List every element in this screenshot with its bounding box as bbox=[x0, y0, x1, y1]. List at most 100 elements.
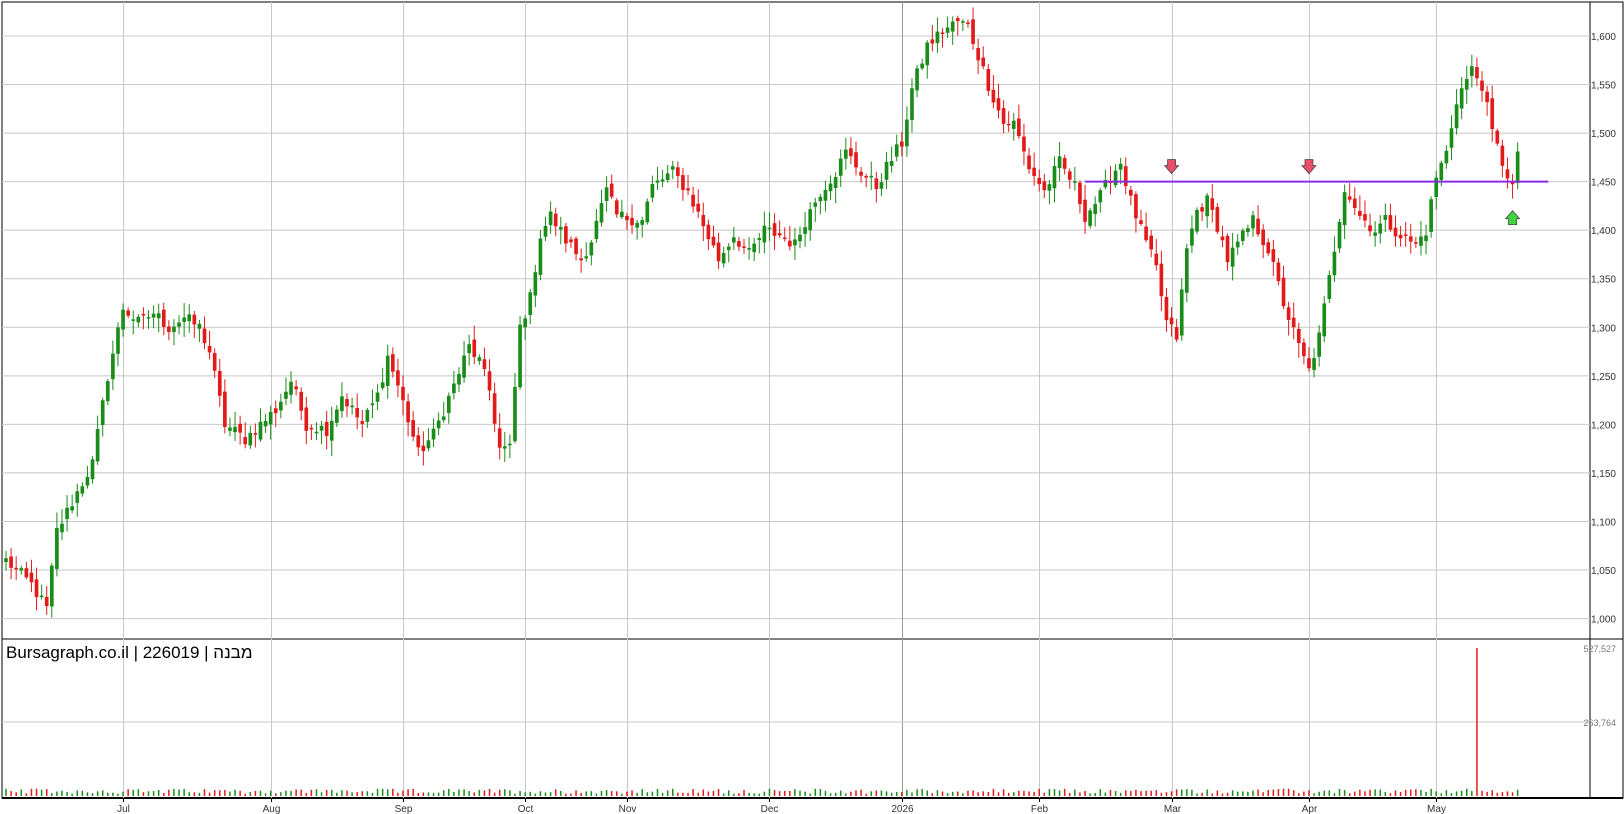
candle-body bbox=[70, 506, 74, 511]
candle-body bbox=[75, 491, 80, 503]
candle-body bbox=[441, 416, 446, 421]
candle-body bbox=[401, 386, 405, 401]
candle-body bbox=[1266, 242, 1271, 254]
candle-body bbox=[1332, 251, 1337, 276]
candle-body bbox=[172, 326, 176, 333]
volume-bar bbox=[702, 789, 705, 796]
volume-bar bbox=[1013, 792, 1015, 796]
volume-bar bbox=[51, 793, 53, 796]
volume-bar bbox=[549, 792, 552, 796]
x-tick-label: Dec bbox=[761, 804, 779, 814]
candle-body bbox=[640, 220, 645, 225]
volume-bar bbox=[1191, 789, 1193, 796]
volume-bar bbox=[1094, 793, 1096, 796]
candle-body bbox=[508, 443, 512, 446]
volume-bar bbox=[1180, 789, 1183, 796]
candle-body bbox=[767, 227, 772, 230]
candle-body bbox=[1174, 327, 1179, 340]
candle-body bbox=[594, 220, 599, 239]
candle-body bbox=[599, 203, 604, 223]
volume-bar bbox=[834, 792, 837, 796]
candle-body bbox=[289, 381, 293, 395]
volume-bar bbox=[901, 792, 903, 796]
candle-body bbox=[1429, 199, 1433, 232]
volume-bar bbox=[544, 792, 547, 796]
stock-chart: 1,000 1,050 1,100 1,150 1,200 1,250 1,300 1,350… bbox=[0, 0, 1624, 814]
volume-bar bbox=[407, 789, 409, 796]
candle-body bbox=[772, 223, 777, 236]
candle-body bbox=[1358, 210, 1362, 216]
volume-bar bbox=[1145, 790, 1147, 796]
candle-body bbox=[823, 189, 828, 201]
candle-body bbox=[258, 421, 263, 440]
volume-bar bbox=[168, 789, 170, 796]
volume-bar bbox=[580, 792, 582, 796]
y-tick-label: 1,450 bbox=[1591, 178, 1616, 189]
volume-bar bbox=[967, 790, 969, 796]
volume-bar bbox=[310, 789, 313, 796]
candle-body bbox=[1129, 189, 1133, 196]
volume-bar bbox=[1501, 792, 1504, 796]
candle-body bbox=[187, 314, 192, 322]
candle-body bbox=[416, 435, 421, 448]
candle-body bbox=[1078, 182, 1082, 205]
candle-body bbox=[681, 175, 685, 190]
candle-body bbox=[818, 196, 823, 202]
volume-bar bbox=[804, 791, 806, 796]
volume-bar bbox=[346, 790, 348, 796]
volume-bar bbox=[931, 793, 934, 796]
candle-body bbox=[548, 211, 553, 226]
candle-body bbox=[29, 572, 34, 583]
candle-body bbox=[721, 252, 726, 264]
candle-body bbox=[884, 161, 889, 180]
candle-body bbox=[263, 420, 268, 427]
candle-body bbox=[350, 405, 354, 408]
candle-body bbox=[1139, 220, 1143, 225]
volume-bar bbox=[1165, 792, 1168, 796]
volume-bar bbox=[1099, 789, 1102, 796]
candle-body bbox=[487, 371, 492, 391]
volume-bar bbox=[1002, 789, 1005, 796]
volume-bar bbox=[560, 791, 562, 796]
volume-bar bbox=[1496, 792, 1499, 796]
candle-body bbox=[620, 211, 624, 218]
candle-body bbox=[212, 353, 217, 371]
candle-body bbox=[207, 345, 212, 353]
candle-body bbox=[1017, 118, 1021, 137]
volume-bar bbox=[1216, 790, 1219, 796]
candle-body bbox=[670, 166, 675, 170]
volume-bar bbox=[1486, 791, 1488, 796]
x-tick-label: Aug bbox=[263, 804, 281, 814]
volume-bar bbox=[748, 792, 750, 796]
candle-body bbox=[182, 317, 186, 322]
candle-body bbox=[777, 233, 782, 236]
volume-bar bbox=[921, 789, 923, 796]
volume-bar bbox=[738, 793, 740, 796]
volume-bar bbox=[605, 789, 608, 796]
x-tick-label: Nov bbox=[619, 804, 637, 814]
volume-bar bbox=[1313, 793, 1315, 796]
candle-body bbox=[538, 238, 543, 275]
candle-body bbox=[65, 507, 69, 520]
volume-bar bbox=[376, 788, 379, 796]
candle-body bbox=[737, 241, 741, 247]
candle-body bbox=[268, 411, 273, 425]
volume-bar bbox=[534, 793, 537, 796]
candle-body bbox=[1073, 181, 1077, 183]
volume-bar bbox=[651, 791, 654, 796]
candle-body bbox=[1480, 80, 1484, 91]
volume-bar bbox=[269, 790, 272, 796]
candle-body bbox=[950, 21, 955, 32]
volume-bar bbox=[768, 788, 771, 796]
axis-labels: 1,000 1,050 1,100 1,150 1,200 1,250 1,300 1,350… bbox=[117, 32, 1616, 814]
volume-bar bbox=[381, 788, 384, 796]
volume-bar bbox=[371, 792, 374, 796]
candle-body bbox=[1230, 247, 1235, 267]
candle-body bbox=[4, 558, 8, 563]
volume-bar bbox=[96, 791, 99, 796]
volume-bar bbox=[40, 789, 43, 796]
candle-body bbox=[609, 183, 614, 197]
y-tick-label: 1,400 bbox=[1591, 226, 1616, 237]
candle-body bbox=[406, 401, 410, 423]
candle-body bbox=[1317, 332, 1321, 357]
